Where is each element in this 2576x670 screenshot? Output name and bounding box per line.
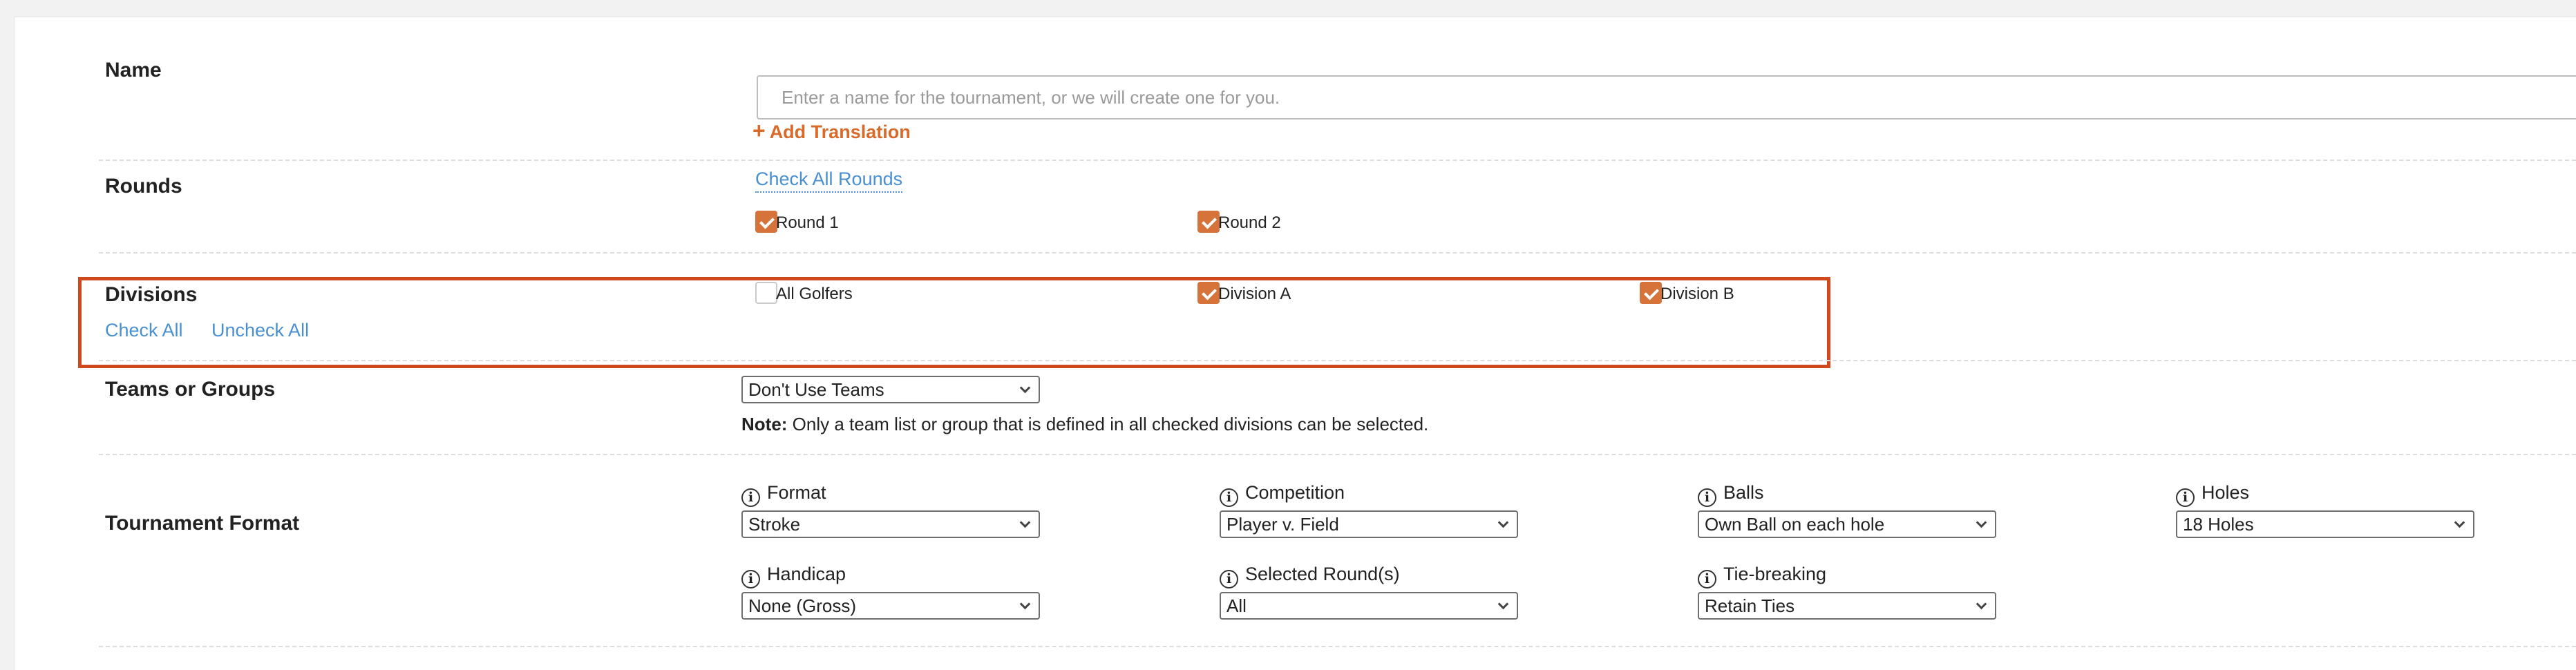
divider bbox=[99, 252, 2576, 253]
balls-select[interactable]: Own Ball on each hole bbox=[1698, 510, 1996, 538]
tournament-settings-panel: Name +Add Translation Rounds Check All R… bbox=[14, 17, 2576, 670]
check-all-divisions-link[interactable]: Check All bbox=[105, 320, 183, 341]
teams-label: Teams or Groups bbox=[105, 378, 276, 401]
tie-breaking-field-label: i Tie-breaking bbox=[1698, 562, 1826, 588]
competition-field-label: i Competition bbox=[1220, 481, 1345, 507]
holes-field-label: i Holes bbox=[2176, 481, 2249, 507]
selected-rounds-field-label: i Selected Round(s) bbox=[1220, 562, 1400, 588]
add-translation-link[interactable]: + Add Translation bbox=[752, 118, 911, 144]
tournament-format-label: Tournament Format bbox=[105, 512, 300, 535]
check-all-rounds-link[interactable]: Check All Rounds bbox=[755, 169, 903, 193]
competition-select[interactable]: Player v. Field bbox=[1220, 510, 1518, 538]
chevron-down-icon bbox=[1019, 598, 1031, 610]
balls-field-label: i Balls bbox=[1698, 481, 1764, 507]
chevron-down-icon bbox=[2454, 517, 2465, 528]
round-1-checkbox[interactable] bbox=[755, 211, 777, 233]
note-prefix: Note: bbox=[741, 414, 788, 434]
divider bbox=[99, 160, 2576, 161]
info-icon[interactable]: i bbox=[741, 570, 760, 588]
divider bbox=[99, 646, 2576, 647]
info-icon[interactable]: i bbox=[1220, 488, 1238, 507]
holes-select[interactable]: 18 Holes bbox=[2176, 510, 2474, 538]
tournament-name-input[interactable] bbox=[757, 75, 2576, 119]
selected-rounds-select[interactable]: All bbox=[1220, 592, 1518, 620]
info-icon[interactable]: i bbox=[1698, 488, 1716, 507]
rounds-label: Rounds bbox=[105, 175, 182, 198]
info-icon[interactable]: i bbox=[1698, 570, 1716, 588]
note-text: Only a team list or group that is define… bbox=[792, 414, 1429, 434]
teams-select-value: Don't Use Teams bbox=[748, 379, 884, 400]
division-b-label: Division B bbox=[1660, 285, 1734, 303]
chevron-down-icon bbox=[1497, 517, 1509, 528]
chevron-down-icon bbox=[1976, 598, 1987, 610]
chevron-down-icon bbox=[1019, 382, 1031, 394]
divisions-label: Divisions bbox=[105, 283, 198, 306]
round-2-label: Round 2 bbox=[1218, 213, 1281, 232]
name-label: Name bbox=[105, 59, 162, 82]
tie-breaking-select[interactable]: Retain Ties bbox=[1698, 592, 1996, 620]
format-select[interactable]: Stroke bbox=[741, 510, 1040, 538]
chevron-down-icon bbox=[1976, 517, 1987, 528]
chevron-down-icon bbox=[1497, 598, 1509, 610]
add-translation-label: Add Translation bbox=[769, 122, 911, 142]
teams-note: Note: Only a team list or group that is … bbox=[741, 414, 1428, 435]
round-2-checkbox[interactable] bbox=[1197, 211, 1220, 233]
teams-select[interactable]: Don't Use Teams bbox=[741, 376, 1040, 403]
chevron-down-icon bbox=[1019, 517, 1031, 528]
plus-icon: + bbox=[752, 118, 766, 143]
divisions-highlight-box bbox=[78, 277, 1830, 368]
divider bbox=[99, 454, 2576, 455]
all-golfers-checkbox[interactable] bbox=[755, 282, 777, 304]
divider bbox=[99, 360, 2576, 361]
info-icon[interactable]: i bbox=[741, 488, 760, 507]
division-a-checkbox[interactable] bbox=[1197, 282, 1220, 304]
format-field-label: i Format bbox=[741, 481, 826, 507]
round-1-label: Round 1 bbox=[776, 213, 839, 232]
handicap-field-label: i Handicap bbox=[741, 562, 846, 588]
info-icon[interactable]: i bbox=[2176, 488, 2195, 507]
division-a-label: Division A bbox=[1218, 285, 1291, 303]
all-golfers-label: All Golfers bbox=[776, 285, 853, 303]
handicap-select[interactable]: None (Gross) bbox=[741, 592, 1040, 620]
info-icon[interactable]: i bbox=[1220, 570, 1238, 588]
uncheck-all-divisions-link[interactable]: Uncheck All bbox=[211, 320, 309, 341]
division-b-checkbox[interactable] bbox=[1640, 282, 1662, 304]
